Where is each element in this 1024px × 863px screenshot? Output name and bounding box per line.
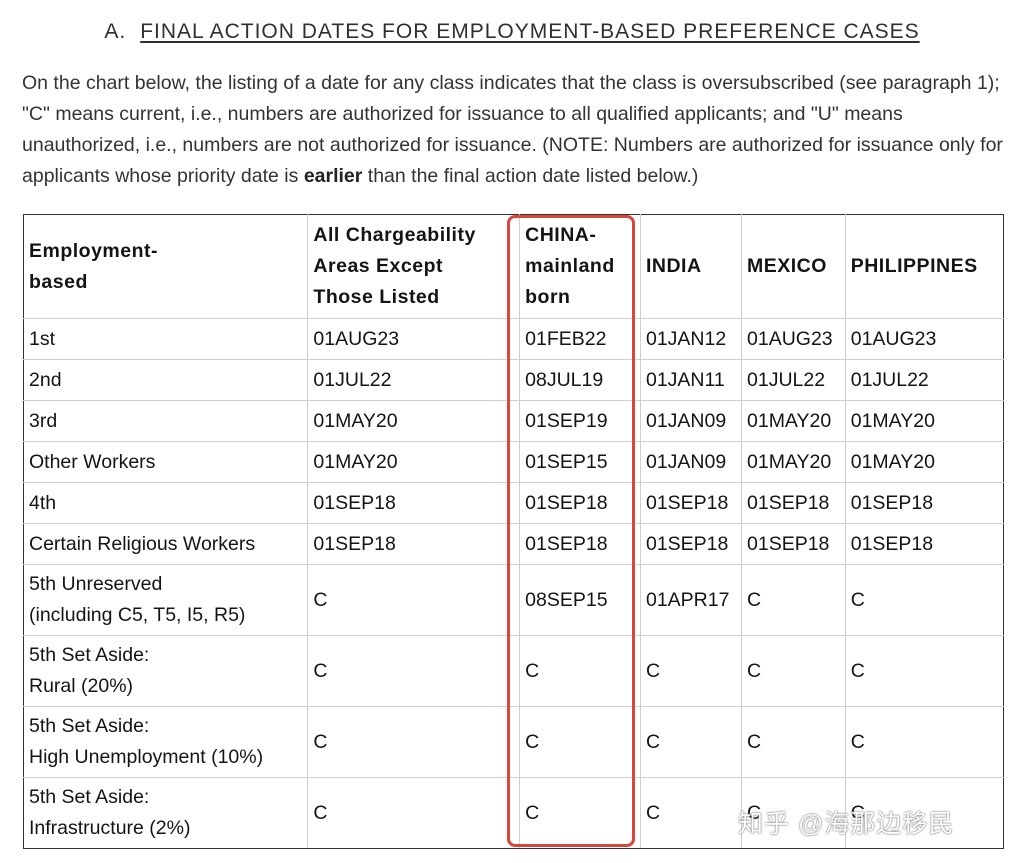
date-cell: C <box>307 777 521 849</box>
table-row: 5th Set Aside: High Unemployment (10%) C C C… <box>22 706 1005 778</box>
row-label: Certain Religious Workers <box>22 523 309 565</box>
table-row: Certain Religious Workers 01SEP18 01SEP18 0… <box>22 523 1005 565</box>
row-label: 5th Set Aside: High Unemployment (10%) <box>22 706 309 778</box>
date-cell: 01JAN09 <box>639 441 743 483</box>
date-cell: 01AUG23 <box>844 318 1005 360</box>
date-cell: C <box>519 777 641 849</box>
date-cell: 01FEB22 <box>519 318 641 360</box>
date-cell: 01SEP18 <box>844 523 1005 565</box>
table-row: 2nd 01JUL22 08JUL19 01JAN11 01JUL22 01JUL22 <box>22 359 1005 401</box>
date-cell: C <box>639 706 743 778</box>
date-cell: C <box>741 564 846 636</box>
date-cell: 01SEP19 <box>519 400 641 442</box>
date-cell: 01AUG23 <box>741 318 846 360</box>
column-header: All Chargeability Areas Except Those Liste… <box>307 214 521 319</box>
date-cell: C <box>844 706 1005 778</box>
row-label: 2nd <box>22 359 309 401</box>
date-cell: 01SEP18 <box>741 523 846 565</box>
date-cell: 08JUL19 <box>519 359 641 401</box>
date-cell: C <box>844 564 1005 636</box>
date-cell: 01SEP18 <box>639 482 743 524</box>
date-cell: 01SEP18 <box>307 523 521 565</box>
date-cell: 01JAN12 <box>639 318 743 360</box>
intro-paragraph: On the chart below, the listing of a dat… <box>22 68 1007 192</box>
row-label: 5th Unreserved (including C5, T5, I5, R5) <box>22 564 309 636</box>
date-cell: 01SEP18 <box>307 482 521 524</box>
date-cell: 01MAY20 <box>844 400 1005 442</box>
date-cell: 01JAN11 <box>639 359 743 401</box>
table-header-row: Employment-based All Chargeability Areas E… <box>22 214 1005 319</box>
date-cell: C <box>307 564 521 636</box>
date-cell: C <box>741 706 846 778</box>
row-label: 1st <box>22 318 309 360</box>
section-heading: A. FINAL ACTION DATES FOR EMPLOYMENT-BASE… <box>0 14 1024 50</box>
date-cell: C <box>639 777 743 849</box>
date-cell: C <box>519 635 641 707</box>
date-cell: 01SEP18 <box>519 523 641 565</box>
table-row: 1st 01AUG23 01FEB22 01JAN12 01AUG23 01AUG23 <box>22 318 1005 360</box>
date-cell: 01AUG23 <box>307 318 521 360</box>
section-letter: A. <box>104 20 127 43</box>
date-cell: 01JAN09 <box>639 400 743 442</box>
date-cell: 01SEP18 <box>519 482 641 524</box>
column-header: INDIA <box>639 214 743 319</box>
date-cell: 08SEP15 <box>519 564 641 636</box>
date-cell: 01SEP18 <box>741 482 846 524</box>
date-cell: 01SEP18 <box>639 523 743 565</box>
table-row: 3rd 01MAY20 01SEP19 01JAN09 01MAY20 01MAY20 <box>22 400 1005 442</box>
date-cell: 01MAY20 <box>741 400 846 442</box>
column-header: MEXICO <box>741 214 846 319</box>
table-row: Other Workers 01MAY20 01SEP15 01JAN09 01MAY2… <box>22 441 1005 483</box>
table-row: 5th Unreserved (including C5, T5, I5, R5)… <box>22 564 1005 636</box>
table-row: 4th 01SEP18 01SEP18 01SEP18 01SEP18 01SEP18 <box>22 482 1005 524</box>
date-cell: 01JUL22 <box>741 359 846 401</box>
row-label: Other Workers <box>22 441 309 483</box>
date-cell: 01MAY20 <box>307 400 521 442</box>
final-action-dates-table: Employment-based All Chargeability Areas E… <box>22 214 1005 849</box>
date-cell: 01JUL22 <box>844 359 1005 401</box>
date-cell: 01MAY20 <box>844 441 1005 483</box>
date-cell: 01MAY20 <box>307 441 521 483</box>
watermark: 知乎 @海那边移民 <box>738 810 955 838</box>
table-body: 1st 01AUG23 01FEB22 01JAN12 01AUG23 01AUG23 2n… <box>22 318 1005 849</box>
section-title: FINAL ACTION DATES FOR EMPLOYMENT-BASED … <box>140 20 920 43</box>
date-cell: 01SEP18 <box>844 482 1005 524</box>
intro-emphasis: earlier <box>303 165 363 187</box>
date-cell: 01MAY20 <box>741 441 846 483</box>
date-cell: 01SEP15 <box>519 441 641 483</box>
row-label: 5th Set Aside: Rural (20%) <box>22 635 309 707</box>
date-cell: 01JUL22 <box>307 359 521 401</box>
column-header: CHINA-mainland born <box>519 214 641 319</box>
date-cell: 01APR17 <box>639 564 743 636</box>
row-label: 5th Set Aside: Infrastructure (2%) <box>22 777 309 849</box>
table-row: 5th Set Aside: Rural (20%) C C C C C <box>22 635 1005 707</box>
date-cell: C <box>307 635 521 707</box>
column-header: PHILIPPINES <box>844 214 1005 319</box>
date-cell: C <box>741 635 846 707</box>
row-label: 4th <box>22 482 309 524</box>
column-header: Employment-based <box>22 214 309 319</box>
date-cell: C <box>844 635 1005 707</box>
date-cell: C <box>519 706 641 778</box>
date-cell: C <box>307 706 521 778</box>
row-label: 3rd <box>22 400 309 442</box>
date-cell: C <box>639 635 743 707</box>
intro-text-end: than the final action date listed below.… <box>362 165 699 187</box>
